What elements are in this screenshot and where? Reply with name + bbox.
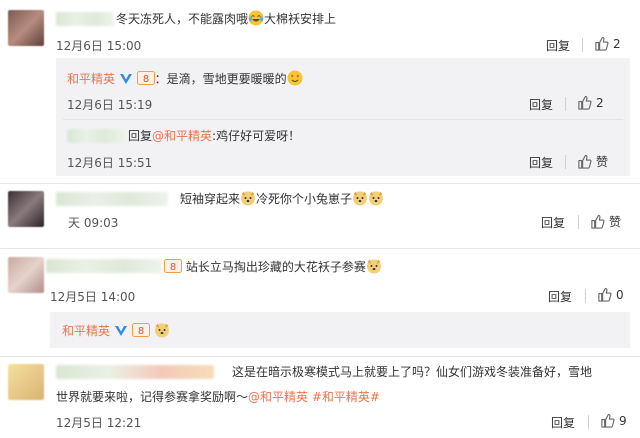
like-button[interactable]: 2 bbox=[594, 36, 621, 51]
username[interactable] bbox=[56, 12, 114, 26]
comment-body: 冬天冻死人，不能露肉哦 bbox=[116, 12, 249, 26]
reply-prefix: 回复 bbox=[128, 129, 153, 143]
thumb-up-icon bbox=[578, 154, 592, 169]
heart-eyes-emoji bbox=[287, 70, 303, 86]
avatar[interactable] bbox=[8, 257, 44, 293]
reply-button[interactable]: 回复 bbox=[529, 96, 553, 113]
divider bbox=[578, 215, 579, 229]
comment-divider bbox=[0, 183, 640, 184]
divider bbox=[588, 415, 589, 429]
vip-badge-icon: 8 bbox=[131, 323, 150, 337]
mention-link[interactable]: @和平精英 bbox=[152, 129, 212, 143]
like-label: 赞 bbox=[596, 155, 609, 169]
thumb-up-icon bbox=[595, 36, 609, 51]
svg-text:8: 8 bbox=[137, 326, 143, 337]
like-count: 9 bbox=[619, 413, 627, 428]
dog-emoji bbox=[154, 323, 169, 338]
comment-time: 12月5日 12:21 bbox=[56, 416, 142, 430]
verified-icon bbox=[114, 326, 127, 336]
divider bbox=[63, 119, 623, 120]
comment-text: 短袖穿起来 冷死你个小兔崽子 bbox=[180, 190, 384, 207]
divider bbox=[565, 97, 566, 111]
like-count: 2 bbox=[613, 36, 621, 51]
sub-reply-1: 和平精英 8 bbox=[62, 322, 170, 339]
reply-button[interactable]: 回复 bbox=[548, 288, 572, 305]
comment-body: 站长立马掏出珍藏的大花袄子参赛 bbox=[185, 260, 366, 274]
reply-button[interactable]: 回复 bbox=[546, 37, 570, 54]
thumb-up-icon bbox=[601, 413, 615, 428]
sub-reply-1: 和平精英 8 ：是滴，雪地更要暖暖的 bbox=[67, 70, 303, 87]
comment-divider bbox=[0, 248, 640, 249]
author-link[interactable]: 和平精英 bbox=[67, 72, 115, 86]
sub-reply-time: 12月6日 15:51 bbox=[67, 156, 153, 170]
like-button[interactable]: 2 bbox=[577, 95, 604, 110]
comment-body-continued: 世界就要来啦，记得参赛拿奖励啊～ bbox=[56, 390, 249, 404]
like-button[interactable]: 0 bbox=[597, 287, 624, 302]
reply-button[interactable]: 回复 bbox=[551, 414, 575, 431]
avatar[interactable] bbox=[8, 10, 44, 46]
sub-reply-time: 12月6日 15:19 bbox=[67, 98, 153, 112]
vip-badge-icon: 8 bbox=[136, 71, 155, 85]
like-label: 赞 bbox=[609, 215, 622, 229]
comment-text-line-1: 这是在暗示极寒模式马上就要上了吗？仙女们游戏冬装准备好，雪地 bbox=[232, 364, 592, 380]
comment-tail: 大棉袄安排上 bbox=[264, 12, 337, 26]
comment-divider bbox=[0, 356, 640, 357]
avatar[interactable] bbox=[8, 191, 44, 227]
dog-emoji bbox=[241, 191, 256, 206]
like-button[interactable]: 赞 bbox=[590, 213, 621, 230]
comment-time: 12月6日 15:00 bbox=[56, 39, 142, 53]
mention-link[interactable]: @和平精英 bbox=[248, 390, 308, 404]
comment-body: 短袖穿起来 bbox=[180, 192, 241, 206]
verified-icon bbox=[119, 74, 132, 84]
svg-text:8: 8 bbox=[170, 262, 176, 273]
thumb-up-icon bbox=[578, 95, 592, 110]
like-button[interactable]: 9 bbox=[600, 413, 627, 428]
username[interactable] bbox=[46, 259, 162, 273]
like-button[interactable]: 赞 bbox=[577, 153, 608, 170]
sub-reply-2: 回复@和平精英:鸡仔好可爱呀！ bbox=[128, 128, 300, 144]
thumb-up-icon bbox=[591, 214, 605, 229]
hashtag-link[interactable]: #和平精英# bbox=[312, 390, 380, 404]
avatar[interactable] bbox=[8, 364, 44, 400]
sub-reply-text: ：是滴，雪地更要暖暖的 bbox=[154, 72, 287, 86]
like-count: 0 bbox=[616, 287, 624, 302]
sub-reply-text: :鸡仔好可爱呀！ bbox=[212, 129, 301, 143]
vip-badge-icon: 8 bbox=[164, 259, 182, 273]
reply-button[interactable]: 回复 bbox=[541, 214, 565, 231]
dog-emoji bbox=[366, 259, 381, 274]
laugh-cry-emoji bbox=[248, 10, 264, 26]
like-count: 2 bbox=[596, 95, 604, 110]
divider bbox=[585, 289, 586, 303]
dog-emoji bbox=[369, 191, 384, 206]
comment-time: 天 09:03 bbox=[68, 216, 119, 230]
reply-button[interactable]: 回复 bbox=[529, 154, 553, 171]
divider bbox=[582, 38, 583, 52]
comment-text: 8 站长立马掏出珍藏的大花袄子参赛 bbox=[164, 258, 382, 275]
divider bbox=[565, 155, 566, 169]
username[interactable] bbox=[56, 365, 214, 379]
comment-text-line-2: 世界就要来啦，记得参赛拿奖励啊～@和平精英 #和平精英# bbox=[56, 389, 380, 405]
username[interactable] bbox=[67, 129, 125, 143]
svg-text:8: 8 bbox=[142, 74, 148, 85]
dog-emoji bbox=[353, 191, 368, 206]
username[interactable] bbox=[56, 192, 168, 206]
comment-tail: 冷死你个小兔崽子 bbox=[256, 192, 353, 206]
comment-text: 冬天冻死人，不能露肉哦 大棉袄安排上 bbox=[116, 10, 336, 27]
thumb-up-icon bbox=[598, 287, 612, 302]
comment-body: 这是在暗示极寒模式马上就要上了吗？仙女们游戏冬装准备好，雪地 bbox=[232, 365, 593, 379]
author-link[interactable]: 和平精英 bbox=[62, 324, 110, 338]
comment-time: 12月5日 14:00 bbox=[50, 290, 136, 304]
